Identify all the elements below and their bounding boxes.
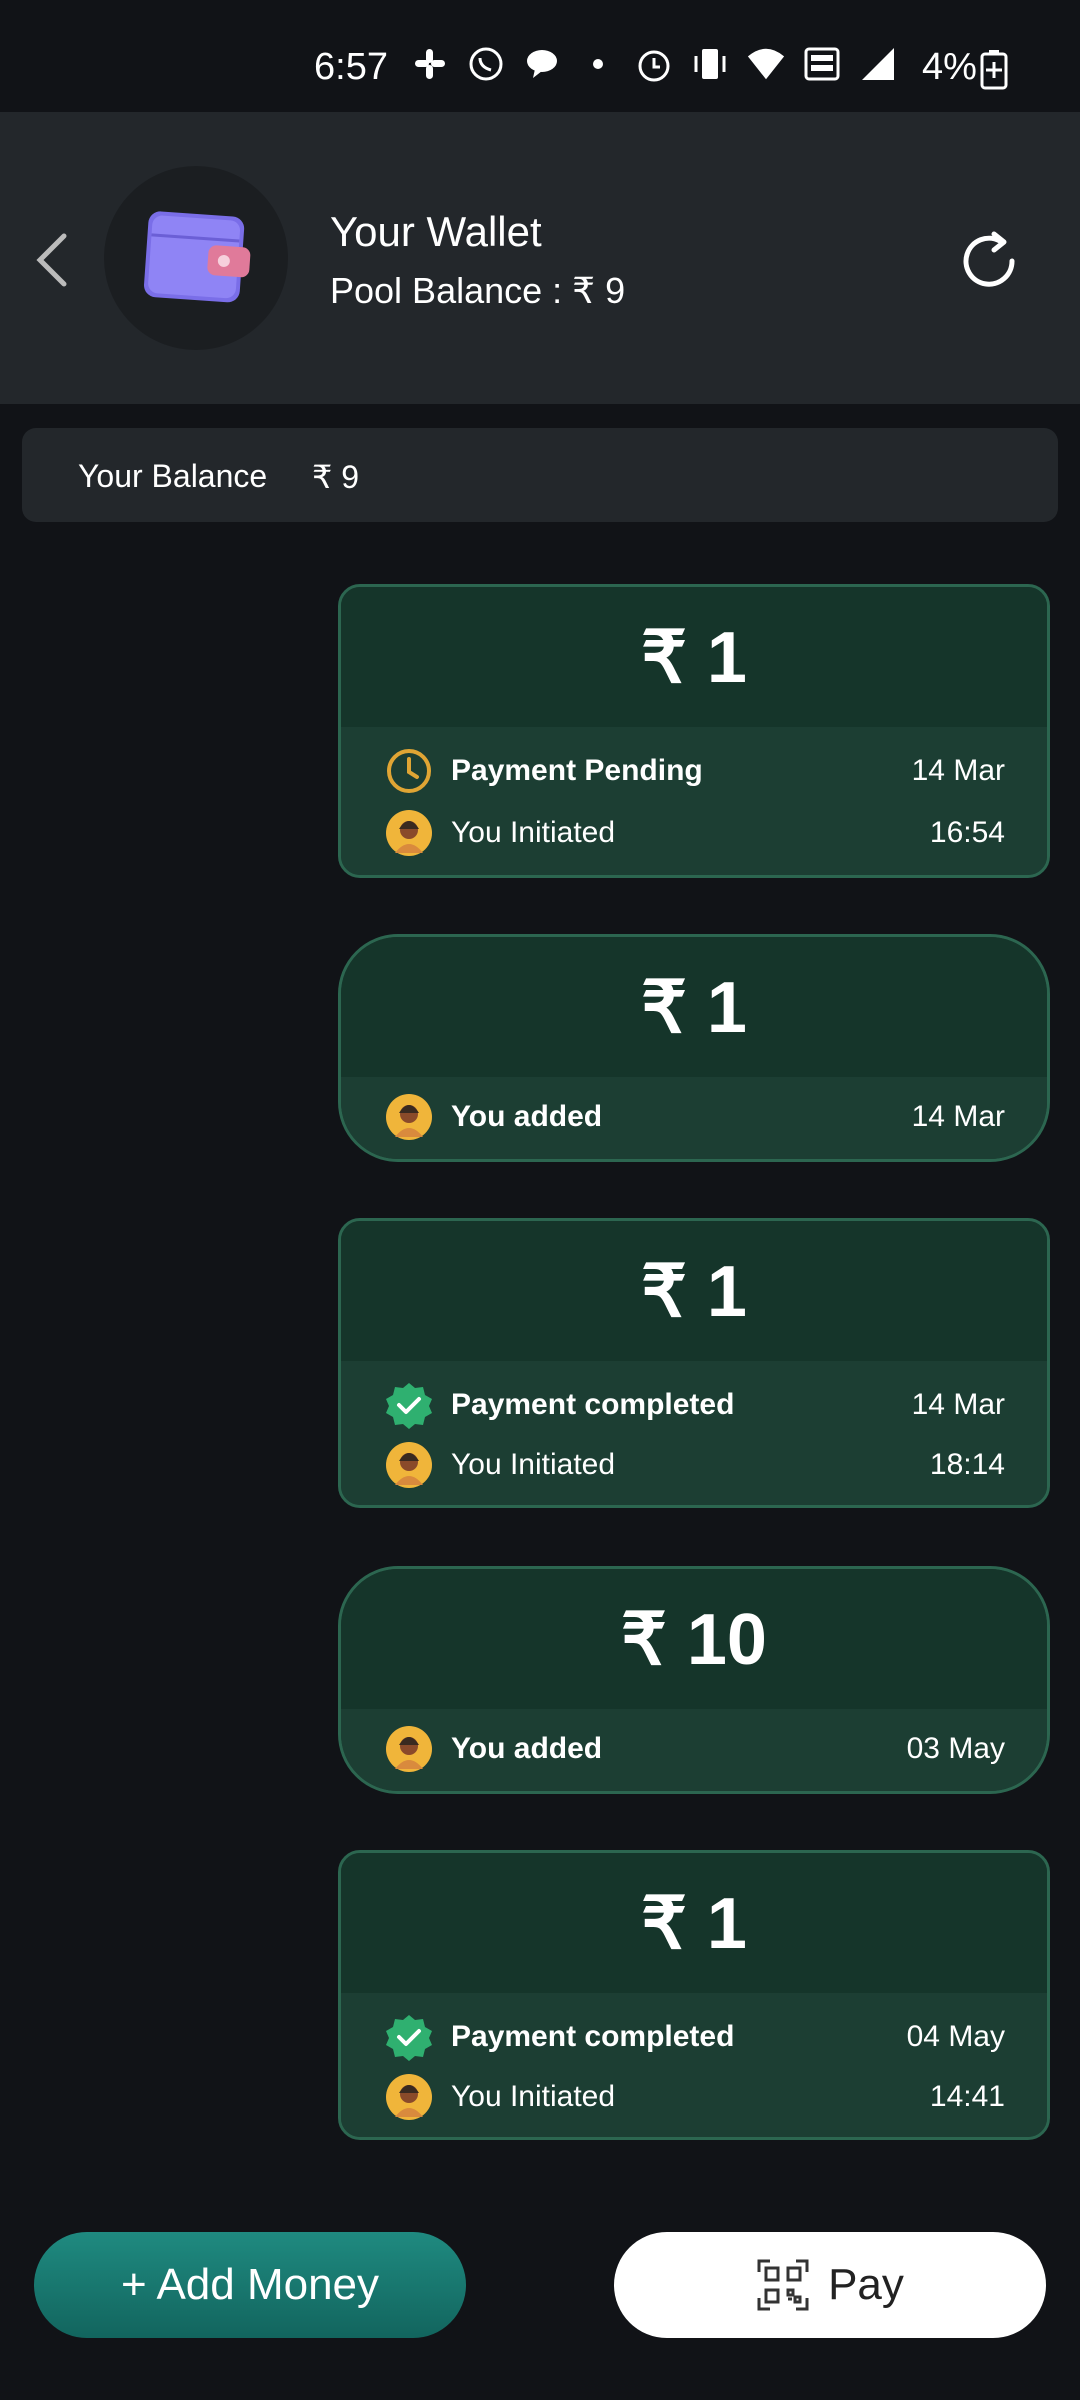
transaction-amount: ₹ 1 [341,587,1047,727]
back-button[interactable] [28,228,78,292]
transaction-date: 04 May [906,2020,1005,2053]
pool-balance: Pool Balance : ₹ 9 [330,270,626,311]
clock-icon [385,747,433,795]
check-badge-icon [385,1381,433,1429]
volte-icon [802,44,842,84]
status-bar: 6:57 4% [0,0,1080,112]
transaction-date: 14 Mar [911,754,1005,787]
battery-icon [980,50,1008,95]
transaction-by-row: You added 14 Mar [341,1087,1047,1147]
transaction-by-row: You Initiated 18:14 [341,1435,1047,1495]
wallet-avatar [104,166,288,350]
transaction-card[interactable]: ₹ 10 You added 03 May [338,1566,1050,1794]
wallet-icon [143,211,251,303]
transaction-date: 14 Mar [911,1100,1005,1133]
transaction-status-row: Payment Pending 14 Mar [341,741,1047,801]
user-avatar-icon [385,1093,433,1141]
transaction-by: You added [451,1732,603,1765]
transaction-card[interactable]: ₹ 1 Payment Pending 14 Mar You Initiated… [338,584,1050,878]
chat-icon [522,44,562,84]
transaction-by-row: You added 03 May [341,1719,1047,1779]
transaction-by: You Initiated [451,816,616,849]
page-title: Your Wallet [330,208,542,255]
transaction-amount: ₹ 10 [341,1569,1047,1709]
wifi-icon [746,44,786,84]
your-balance-label: Your Balance [78,458,268,494]
refresh-button[interactable] [956,228,1022,294]
vibrate-icon [690,44,730,84]
transaction-date: 14 Mar [911,1388,1005,1421]
refresh-icon [963,231,1015,287]
slack-icon [410,44,450,84]
dot-icon [578,44,618,84]
check-badge-icon [385,2013,433,2061]
transaction-by-row: You Initiated 14:41 [341,2067,1047,2127]
transaction-time: 14:41 [929,2080,1005,2113]
signal-icon [858,44,898,84]
add-money-button[interactable]: + Add Money [34,2232,466,2338]
transaction-details: You added 03 May [341,1709,1047,1791]
transaction-status-row: Payment completed 14 Mar [341,1375,1047,1435]
transaction-card[interactable]: ₹ 1 Payment completed 14 Mar You Initiat… [338,1218,1050,1508]
whatsapp-icon [466,44,506,84]
transaction-card[interactable]: ₹ 1 You added 14 Mar [338,934,1050,1162]
transaction-status: Payment completed [451,1388,735,1421]
transaction-card[interactable]: ₹ 1 Payment completed 04 May You Initiat… [338,1850,1050,2140]
your-balance-bar: Your Balance ₹ 9 [22,428,1058,522]
battery-percent: 4% [922,46,977,88]
your-balance-value: ₹ 9 [312,459,360,495]
user-avatar-icon [385,1441,433,1489]
transaction-status: Payment Pending [451,754,703,787]
transaction-details: Payment Pending 14 Mar You Initiated 16:… [341,727,1047,875]
transaction-by-row: You Initiated 16:54 [341,803,1047,863]
transaction-status: Payment completed [451,2020,735,2053]
transaction-by: You added [451,1100,603,1133]
chevron-left-icon [36,233,67,287]
transaction-amount: ₹ 1 [341,1221,1047,1361]
transaction-date: 03 May [906,1732,1005,1765]
transaction-amount: ₹ 1 [341,937,1047,1077]
user-avatar-icon [385,809,433,857]
transaction-time: 16:54 [929,816,1005,849]
transaction-details: Payment completed 14 Mar You Initiated 1… [341,1361,1047,1505]
qr-scan-icon [757,2259,809,2311]
transaction-status-row: Payment completed 04 May [341,2007,1047,2067]
user-avatar-icon [385,2073,433,2121]
alarm-icon [634,44,674,84]
transaction-by: You Initiated [451,2080,616,2113]
transaction-time: 18:14 [929,1448,1005,1481]
transaction-by: You Initiated [451,1448,616,1481]
pay-label: Pay [828,2260,904,2309]
transaction-amount: ₹ 1 [341,1853,1047,1993]
user-avatar-icon [385,1725,433,1773]
pay-button[interactable]: Pay [614,2232,1046,2338]
transaction-details: Payment completed 04 May You Initiated 1… [341,1993,1047,2137]
status-time: 6:57 [314,46,388,88]
status-icons [410,44,898,84]
transaction-details: You added 14 Mar [341,1077,1047,1159]
